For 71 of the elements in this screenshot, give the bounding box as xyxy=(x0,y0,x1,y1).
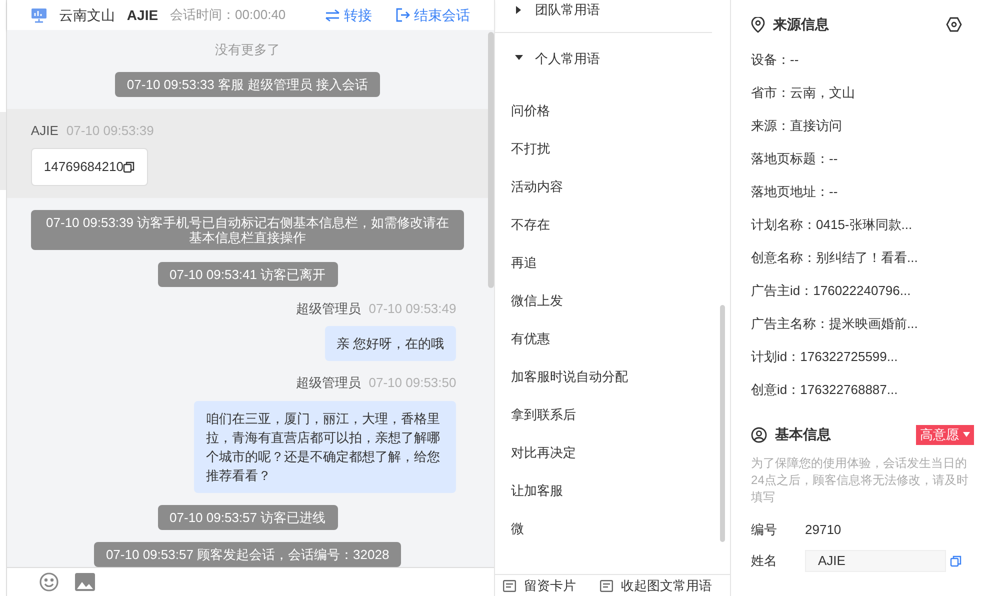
phrase-group-header[interactable]: 个人常用语 xyxy=(495,32,600,80)
image-icon[interactable] xyxy=(74,573,95,591)
document-icon xyxy=(600,580,614,592)
source-field: 省市：云南，文山 xyxy=(751,76,962,109)
swap-arrows-icon xyxy=(325,8,340,22)
transfer-button[interactable]: 转接 xyxy=(325,4,372,26)
source-field: 落地页地址：-- xyxy=(751,175,962,208)
source-field: 落地页标题：-- xyxy=(751,142,962,175)
sender-name: 超级管理员 xyxy=(296,374,361,392)
field-value: 29710 xyxy=(805,521,842,539)
message-bubble: 14769684210 xyxy=(30,148,148,186)
source-field: 创意名称：别纠结了！看看... xyxy=(751,241,962,274)
notice-text: 为了保障您的使用体验，会话发生当日的24点之后，顾客信息将无法修改，请及时填写 xyxy=(751,455,970,506)
name-field[interactable]: AJIE xyxy=(805,550,946,572)
visitor-name: AJIE xyxy=(126,6,158,24)
system-notice: 07-10 09:53:57 顾客发起会话，会话编号：32028 xyxy=(94,542,402,566)
source-field: 来源：直接访问 xyxy=(751,109,962,142)
message-time: 07-10 09:53:49 xyxy=(368,300,456,318)
system-notice: 07-10 09:53:57 访客已进线 xyxy=(158,504,338,530)
source-field: 广告主id：176022240796... xyxy=(751,274,962,307)
document-icon xyxy=(503,580,516,592)
system-notice: 07-10 09:53:39 访客手机号已自动标记右侧基本信息栏，如需修改请在基本信息栏直接操作 xyxy=(30,210,464,250)
message-time: 07-10 09:53:39 xyxy=(66,122,154,140)
session-duration: 会话时间：00:00:40 xyxy=(170,6,286,24)
caret-down-icon xyxy=(515,54,524,62)
monitor-icon xyxy=(30,8,47,22)
sender-name: AJIE xyxy=(30,122,58,140)
phrase-item[interactable]: 对比再决定 xyxy=(495,434,712,472)
message-bubble: 亲 您好呀，在的哦 xyxy=(324,326,456,361)
phrase-item[interactable]: 微 xyxy=(495,510,712,548)
source-field: 创意id：176322768887... xyxy=(751,373,962,406)
phrase-item[interactable]: 加客服时说自动分配 xyxy=(495,358,712,396)
no-more-label: 没有更多了 xyxy=(215,41,280,59)
source-field: 广告主名称：提米映画婚前... xyxy=(751,307,962,340)
phrase-item[interactable]: 不存在 xyxy=(495,206,712,244)
exit-icon xyxy=(396,8,410,22)
phrase-item[interactable]: 拿到联系后 xyxy=(495,396,712,434)
section-title: 基本信息 xyxy=(775,425,832,444)
phrase-item[interactable]: 活动内容 xyxy=(495,168,712,206)
settings-icon[interactable] xyxy=(946,17,962,32)
section-title: 来源信息 xyxy=(773,15,830,34)
caret-right-icon xyxy=(515,6,524,14)
message-time: 07-10 09:53:50 xyxy=(368,374,456,392)
scrollbar[interactable] xyxy=(488,32,494,288)
phrase-item[interactable]: 微信上发 xyxy=(495,282,712,320)
phrase-item[interactable]: 不打扰 xyxy=(495,130,712,168)
phrase-group-header[interactable]: 团队常用语 xyxy=(495,0,600,32)
location-pin-icon xyxy=(751,16,766,32)
phrase-item[interactable]: 再追 xyxy=(495,244,712,282)
phrase-item[interactable]: 有优惠 xyxy=(495,320,712,358)
smiley-icon[interactable] xyxy=(38,572,59,592)
collapse-phrases-button[interactable]: 收起图文常用语 xyxy=(600,576,712,596)
user-circle-icon xyxy=(751,426,768,442)
scrollbar[interactable] xyxy=(720,305,726,542)
source-field: 设备：-- xyxy=(751,43,962,76)
source-field: 计划id：176322725599... xyxy=(751,340,962,373)
phrase-item[interactable]: 问价格 xyxy=(495,92,712,130)
sender-name: 超级管理员 xyxy=(296,300,361,318)
source-field: 计划名称：0415-张琳同款... xyxy=(751,208,962,241)
phrase-item[interactable]: 让加客服 xyxy=(495,472,712,510)
visitor-location: 云南文山 xyxy=(58,6,115,24)
lead-card-button[interactable]: 留资卡片 xyxy=(503,576,576,596)
field-label: 姓名 xyxy=(751,552,778,570)
field-label: 编号 xyxy=(751,521,778,539)
copy-icon[interactable] xyxy=(123,160,136,173)
system-notice: 07-10 09:53:41 访客已离开 xyxy=(158,262,338,286)
intent-tag[interactable]: 高意愿 xyxy=(916,424,974,444)
end-session-button[interactable]: 结束会话 xyxy=(396,4,470,26)
caret-down-icon xyxy=(963,432,970,437)
system-notice: 07-10 09:53:33 客服 超级管理员 接入会话 xyxy=(114,72,380,96)
message-bubble: 咱们在三亚，厦门，丽江，大理，香格里拉，青海有直营店都可以拍，亲想了解哪个城市的呢？还是不确定都想了解，给您推荐看看？ xyxy=(194,400,456,492)
